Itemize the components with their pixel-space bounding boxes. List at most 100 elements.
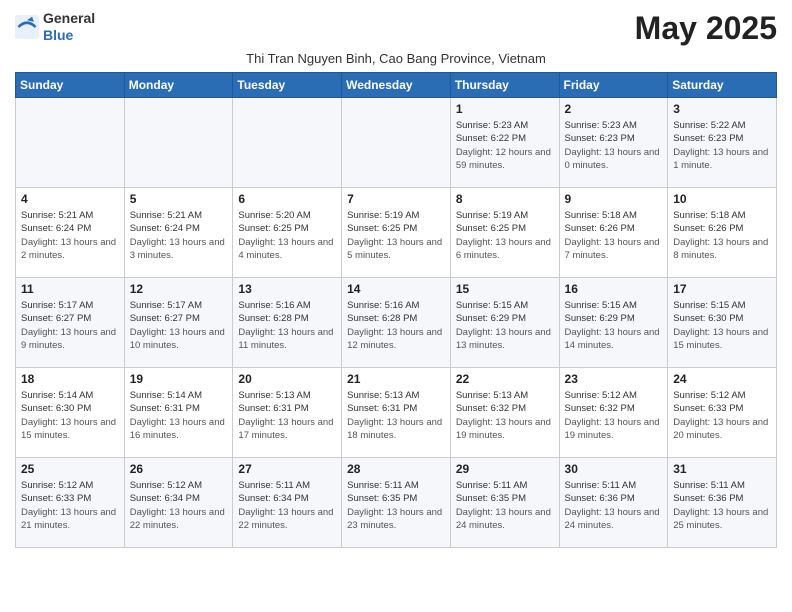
calendar-day-cell: 8Sunrise: 5:19 AMSunset: 6:25 PMDaylight… (450, 188, 559, 278)
calendar-day-cell: 9Sunrise: 5:18 AMSunset: 6:26 PMDaylight… (559, 188, 668, 278)
calendar-day-cell: 25 Sunrise: 5:12 AMSunset: 6:33 PMDayligh… (16, 458, 125, 548)
logo-blue: Blue (43, 27, 73, 43)
day-info: Sunrise: 5:11 AMSunset: 6:36 PMDaylight:… (565, 479, 663, 532)
day-number: 1 (456, 102, 554, 116)
calendar-day-cell: 7 Sunrise: 5:19 AMSunset: 6:25 PMDaylight… (342, 188, 451, 278)
calendar-table: SundayMondayTuesdayWednesdayThursdayFrid… (15, 72, 777, 548)
day-number: 7 (347, 192, 445, 206)
daylight-label: Daylight: 13 hours and 19 minutes. (565, 417, 660, 441)
day-number: 16 (565, 282, 663, 296)
day-number: 4 (21, 192, 119, 206)
daylight-label: Daylight: 13 hours and 17 minutes. (238, 417, 333, 441)
daylight-label: Daylight: 13 hours and 15 minutes. (673, 327, 768, 351)
day-info: Sunrise: 5:18 AMSunset: 6:26 PMDaylight:… (673, 209, 771, 262)
day-number: 3 (673, 102, 771, 116)
day-info: Sunrise: 5:21 AMSunset: 6:24 PMDaylight:… (130, 209, 228, 262)
logo-general: General (43, 10, 95, 26)
calendar-week-row: 1 Sunrise: 5:23 AMSunset: 6:22 PMDaylight… (16, 98, 777, 188)
day-info: Sunrise: 5:15 AMSunset: 6:30 PMDaylight:… (673, 299, 771, 352)
logo-text: General Blue (43, 10, 95, 44)
daylight-label: Daylight: 13 hours and 24 minutes. (565, 507, 660, 531)
day-number: 24 (673, 372, 771, 386)
day-number: 28 (347, 462, 445, 476)
daylight-label: Daylight: 13 hours and 20 minutes. (673, 417, 768, 441)
page-header: General Blue May 2025 (15, 10, 777, 47)
day-number: 25 (21, 462, 119, 476)
day-info: Sunrise: 5:15 AMSunset: 6:29 PMDaylight:… (565, 299, 663, 352)
day-info: Sunrise: 5:19 AMSunset: 6:25 PMDaylight:… (456, 209, 554, 262)
calendar-day-cell: 28 Sunrise: 5:11 AMSunset: 6:35 PMDayligh… (342, 458, 451, 548)
day-number: 27 (238, 462, 336, 476)
daylight-label: Daylight: 12 hours and 59 minutes. (456, 147, 551, 171)
day-info: Sunrise: 5:19 AMSunset: 6:25 PMDaylight:… (347, 209, 445, 262)
daylight-label: Daylight: 13 hours and 0 minutes. (565, 147, 660, 171)
day-info: Sunrise: 5:14 AMSunset: 6:31 PMDaylight:… (130, 389, 228, 442)
day-number: 14 (347, 282, 445, 296)
daylight-label: Daylight: 13 hours and 2 minutes. (21, 237, 116, 261)
day-number: 21 (347, 372, 445, 386)
day-info: Sunrise: 5:13 AMSunset: 6:32 PMDaylight:… (456, 389, 554, 442)
day-number: 30 (565, 462, 663, 476)
day-number: 2 (565, 102, 663, 116)
calendar-week-row: 25 Sunrise: 5:12 AMSunset: 6:33 PMDayligh… (16, 458, 777, 548)
day-info: Sunrise: 5:23 AMSunset: 6:23 PMDaylight:… (565, 119, 663, 172)
calendar-day-cell: 3Sunrise: 5:22 AMSunset: 6:23 PMDaylight… (668, 98, 777, 188)
day-info: Sunrise: 5:11 AMSunset: 6:34 PMDaylight:… (238, 479, 336, 532)
calendar-week-row: 18Sunrise: 5:14 AMSunset: 6:30 PMDayligh… (16, 368, 777, 458)
day-info: Sunrise: 5:17 AMSunset: 6:27 PMDaylight:… (130, 299, 228, 352)
calendar-day-cell: 11Sunrise: 5:17 AMSunset: 6:27 PMDayligh… (16, 278, 125, 368)
day-number: 11 (21, 282, 119, 296)
daylight-label: Daylight: 13 hours and 12 minutes. (347, 327, 442, 351)
day-info: Sunrise: 5:13 AMSunset: 6:31 PMDaylight:… (238, 389, 336, 442)
calendar-day-cell: 18Sunrise: 5:14 AMSunset: 6:30 PMDayligh… (16, 368, 125, 458)
day-info: Sunrise: 5:11 AMSunset: 6:35 PMDaylight:… (347, 479, 445, 532)
day-info: Sunrise: 5:16 AMSunset: 6:28 PMDaylight:… (238, 299, 336, 352)
weekday-header: Friday (559, 73, 668, 98)
daylight-label: Daylight: 13 hours and 22 minutes. (238, 507, 333, 531)
calendar-day-cell (342, 98, 451, 188)
day-info: Sunrise: 5:12 AMSunset: 6:34 PMDaylight:… (130, 479, 228, 532)
daylight-label: Daylight: 13 hours and 14 minutes. (565, 327, 660, 351)
day-info: Sunrise: 5:23 AMSunset: 6:22 PMDaylight:… (456, 119, 554, 172)
day-number: 12 (130, 282, 228, 296)
calendar-day-cell: 23Sunrise: 5:12 AMSunset: 6:32 PMDayligh… (559, 368, 668, 458)
day-number: 13 (238, 282, 336, 296)
weekday-header: Thursday (450, 73, 559, 98)
calendar-day-cell: 26 Sunrise: 5:12 AMSunset: 6:34 PMDayligh… (124, 458, 233, 548)
calendar-day-cell: 2 Sunrise: 5:23 AMSunset: 6:23 PMDaylight… (559, 98, 668, 188)
day-number: 26 (130, 462, 228, 476)
day-info: Sunrise: 5:13 AMSunset: 6:31 PMDaylight:… (347, 389, 445, 442)
day-number: 22 (456, 372, 554, 386)
daylight-label: Daylight: 13 hours and 7 minutes. (565, 237, 660, 261)
daylight-label: Daylight: 13 hours and 22 minutes. (130, 507, 225, 531)
calendar-day-cell: 15Sunrise: 5:15 AMSunset: 6:29 PMDayligh… (450, 278, 559, 368)
day-number: 20 (238, 372, 336, 386)
calendar-day-cell: 21 Sunrise: 5:13 AMSunset: 6:31 PMDayligh… (342, 368, 451, 458)
calendar-day-cell: 27 Sunrise: 5:11 AMSunset: 6:34 PMDayligh… (233, 458, 342, 548)
daylight-label: Daylight: 13 hours and 5 minutes. (347, 237, 442, 261)
calendar-day-cell: 14 Sunrise: 5:16 AMSunset: 6:28 PMDayligh… (342, 278, 451, 368)
daylight-label: Daylight: 13 hours and 19 minutes. (456, 417, 551, 441)
calendar-day-cell: 4Sunrise: 5:21 AMSunset: 6:24 PMDaylight… (16, 188, 125, 278)
calendar-day-cell (233, 98, 342, 188)
calendar-day-cell: 19Sunrise: 5:14 AMSunset: 6:31 PMDayligh… (124, 368, 233, 458)
day-info: Sunrise: 5:16 AMSunset: 6:28 PMDaylight:… (347, 299, 445, 352)
calendar-week-row: 4 Sunrise: 5:21 AMSunset: 6:24 PMDaylight… (16, 188, 777, 278)
day-number: 10 (673, 192, 771, 206)
calendar-day-cell: 30 Sunrise: 5:11 AMSunset: 6:36 PMDayligh… (559, 458, 668, 548)
day-info: Sunrise: 5:18 AMSunset: 6:26 PMDaylight:… (565, 209, 663, 262)
daylight-label: Daylight: 13 hours and 11 minutes. (238, 327, 333, 351)
weekday-header: Tuesday (233, 73, 342, 98)
day-info: Sunrise: 5:12 AMSunset: 6:33 PMDaylight:… (673, 389, 771, 442)
day-number: 6 (238, 192, 336, 206)
daylight-label: Daylight: 13 hours and 8 minutes. (673, 237, 768, 261)
daylight-label: Daylight: 13 hours and 16 minutes. (130, 417, 225, 441)
day-number: 15 (456, 282, 554, 296)
day-info: Sunrise: 5:11 AMSunset: 6:35 PMDaylight:… (456, 479, 554, 532)
calendar-day-cell: 16 Sunrise: 5:15 AMSunset: 6:29 PMDayligh… (559, 278, 668, 368)
daylight-label: Daylight: 13 hours and 18 minutes. (347, 417, 442, 441)
day-info: Sunrise: 5:12 AMSunset: 6:32 PMDaylight:… (565, 389, 663, 442)
daylight-label: Daylight: 13 hours and 13 minutes. (456, 327, 551, 351)
daylight-label: Daylight: 13 hours and 4 minutes. (238, 237, 333, 261)
day-info: Sunrise: 5:12 AMSunset: 6:33 PMDaylight:… (21, 479, 119, 532)
